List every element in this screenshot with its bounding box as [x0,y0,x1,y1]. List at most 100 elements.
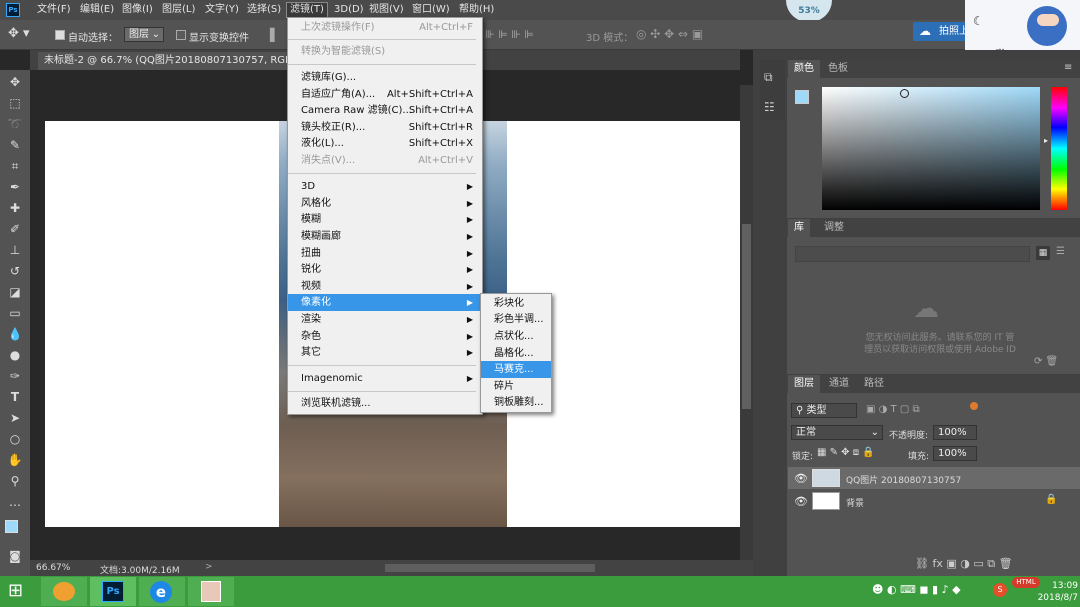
fill-input[interactable]: 100% [933,446,977,461]
foreground-color-swatch[interactable] [5,520,18,533]
menu-item-blur-gallery[interactable]: 模糊画廊 ▶ [301,229,477,245]
color-foreground-swatch[interactable] [795,90,809,104]
hand-tool-icon[interactable]: ✋ [7,452,23,468]
chevron-right-icon[interactable]: > [205,562,213,572]
menu-filter[interactable]: 滤镜(T) [286,2,328,18]
pen-tool-icon[interactable]: ✑ [7,368,23,384]
start-button-icon[interactable]: ⊞ [8,580,30,602]
menu-item-imagenomic[interactable]: Imagenomic ▶ [301,371,477,387]
eyedropper-tool-icon[interactable]: ✒ [7,179,23,195]
menu-item-distort[interactable]: 扭曲 ▶ [301,246,477,262]
lock-icons[interactable]: ▦ ✎ ✥ ⧈ 🔒 [817,447,897,458]
menu-item-browse-online-filters[interactable]: 浏览联机滤镜... [301,396,477,412]
taskbar-app-photo[interactable] [188,577,234,606]
blur-tool-icon[interactable]: 💧 [7,326,23,342]
menu-item-other[interactable]: 其它 ▶ [301,345,477,361]
menu-item-video[interactable]: 视频 ▶ [301,279,477,295]
quick-mask-icon[interactable]: ◙ [7,548,23,564]
layer-filter-icons[interactable]: ▣ ◑ T ▢ ⧉ [866,404,976,415]
tab-library[interactable]: 库 [788,219,810,237]
submenu-item-color-halftone[interactable]: 彩色半调... [494,311,544,328]
menu-item-3d[interactable]: 3D ▶ [301,179,477,195]
auto-select-checkbox[interactable] [55,30,65,40]
library-dropdown[interactable] [795,246,1030,262]
submenu-item-mezzotint[interactable]: 铜板雕刻... [494,394,544,411]
submenu-item-mosaic[interactable]: 马赛克... [494,361,534,378]
submenu-item-pointillize[interactable]: 点状化... [494,328,534,345]
tab-color[interactable]: 颜色 [788,60,820,78]
zoom-level[interactable]: 66.67% [36,563,70,573]
shape-tool-icon[interactable]: ○ [7,431,23,447]
move-tool-icon[interactable]: ✥ ▾ [8,26,36,44]
menu-image[interactable]: 图像(I) [119,3,156,17]
list-view-icon[interactable]: ☰ [1056,246,1065,257]
clone-stamp-tool-icon[interactable]: ⊥ [7,242,23,258]
hue-slider[interactable] [1051,87,1067,210]
taskbar-app-folder[interactable] [41,577,87,606]
menu-select[interactable]: 选择(S) [244,3,284,17]
show-transform-checkbox[interactable] [176,30,186,40]
align-icons[interactable]: ▌ [270,28,279,42]
filter-toggle-icon[interactable] [970,402,978,410]
type-tool-icon[interactable]: T [7,389,23,405]
path-select-tool-icon[interactable]: ➤ [7,410,23,426]
layer-name[interactable]: QQ图片 20180807130757 [846,473,961,486]
move-tool-icon[interactable]: ✥ [7,74,23,90]
horizontal-scroll-thumb[interactable] [385,564,595,572]
sync-icon[interactable]: ⟳ 🗑 [1034,356,1058,367]
tray-icons[interactable]: ☻ ◐ ⌨ ◼ ▮ ♪ ◆ [872,583,1002,596]
lasso-tool-icon[interactable]: ➰ [7,116,23,132]
panel-menu-icon[interactable]: ≡ [1064,62,1072,73]
submenu-item-crystallize[interactable]: 晶格化... [494,345,534,362]
crop-tool-icon[interactable]: ⌗ [7,158,23,174]
healing-brush-tool-icon[interactable]: ✚ [7,200,23,216]
history-panel-icon[interactable]: ⧉ [764,70,773,85]
color-picker-field[interactable] [822,87,1040,210]
menu-item-sharpen[interactable]: 锐化 ▶ [301,262,477,278]
distribute-icons[interactable]: ⊪ ⊫ ⊪ ⊫ [485,28,575,41]
submenu-item-fragment[interactable]: 碎片 [494,378,514,395]
document-info[interactable]: 文档:3.00M/2.16M [100,563,180,576]
layer-filter-dropdown[interactable]: ⚲ 类型 [791,403,857,418]
tab-paths[interactable]: 路径 [858,375,890,393]
menu-item-noise[interactable]: 杂色 ▶ [301,329,477,345]
menu-3d[interactable]: 3D(D) [331,3,367,17]
eraser-tool-icon[interactable]: ◪ [7,284,23,300]
more-tools-icon[interactable]: … [7,494,23,510]
tray-clock[interactable]: 13:09 2018/8/7 [1028,580,1078,604]
menu-window[interactable]: 窗口(W) [409,3,453,17]
taskbar-app-photoshop[interactable]: Ps [90,577,136,606]
menu-item-filter-gallery[interactable]: 滤镜库(G)... [301,70,477,86]
visibility-eye-icon[interactable]: 👁 [794,495,808,508]
auto-select-dropdown[interactable]: 图层 ⌄ [124,27,164,42]
blend-mode-dropdown[interactable]: 正常 ⌄ [791,425,883,440]
marquee-tool-icon[interactable]: ⬚ [7,95,23,111]
tab-layers[interactable]: 图层 [788,375,820,393]
history-brush-tool-icon[interactable]: ↺ [7,263,23,279]
color-picker-cursor[interactable] [900,89,909,98]
submenu-item-facet[interactable]: 彩块化 [494,295,524,312]
menu-view[interactable]: 视图(V) [366,3,407,17]
tab-swatches[interactable]: 色板 [822,60,854,78]
menu-item-liquify[interactable]: 液化(L)... Shift+Ctrl+X [301,136,477,152]
3d-mode-icons[interactable]: ◎ ✣ ✥ ⇔ ▣ [636,27,726,41]
opacity-input[interactable]: 100% [933,425,977,440]
layer-action-icons[interactable]: ⛓ fx ▣ ◑ ▭ ⧉ 🗑 [915,557,1075,571]
hue-slider-handle[interactable]: ▸ [1044,136,1048,145]
sogou-icon[interactable]: S [993,583,1007,597]
menu-help[interactable]: 帮助(H) [456,3,497,17]
zoom-tool-icon[interactable]: ⚲ [7,473,23,489]
menu-edit[interactable]: 编辑(E) [77,3,117,17]
menu-file[interactable]: 文件(F) [34,3,74,17]
tab-adjustments[interactable]: 调整 [818,219,850,237]
visibility-eye-icon[interactable]: 👁 [794,472,808,485]
menu-item-adaptive-wide-angle[interactable]: 自适应广角(A)... Alt+Shift+Ctrl+A [301,87,477,103]
tab-channels[interactable]: 通道 [823,375,855,393]
menu-item-stylize[interactable]: 风格化 ▶ [301,196,477,212]
menu-item-lens-correction[interactable]: 镜头校正(R)... Shift+Ctrl+R [301,120,477,136]
menu-layer[interactable]: 图层(L) [159,3,198,17]
menu-item-camera-raw[interactable]: Camera Raw 滤镜(C)... Shift+Ctrl+A [301,103,477,119]
gradient-tool-icon[interactable]: ▭ [7,305,23,321]
layer-name[interactable]: 背景 [846,496,864,509]
menu-item-blur[interactable]: 模糊 ▶ [301,212,477,228]
